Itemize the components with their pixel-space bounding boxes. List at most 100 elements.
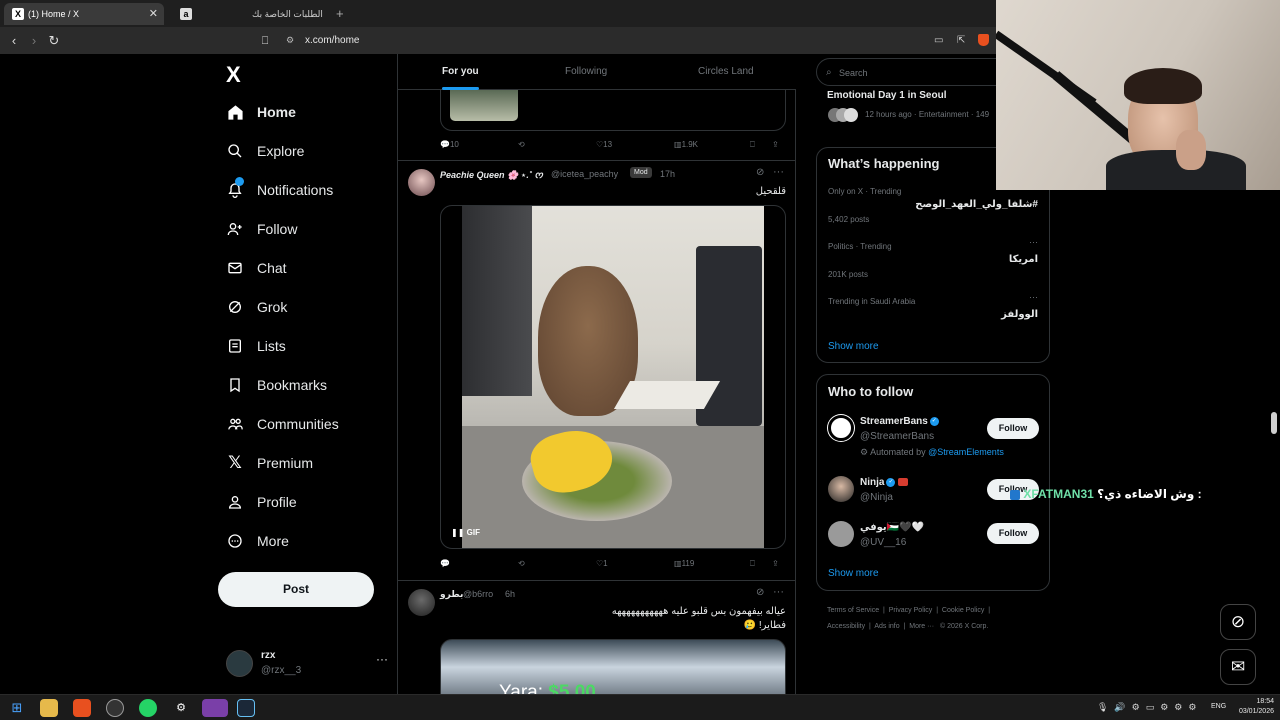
discord-icon[interactable] <box>202 699 228 717</box>
tweet-author-handle[interactable]: @b6rro <box>463 589 493 599</box>
steam-icon[interactable] <box>237 699 255 717</box>
more-icon[interactable]: ··· <box>376 652 388 666</box>
footer-link[interactable]: Cookie Policy <box>942 607 984 614</box>
reply-button[interactable]: 💬 <box>440 559 450 568</box>
follow-button[interactable]: Follow <box>987 523 1039 544</box>
tab-following[interactable]: Following <box>565 54 607 90</box>
messages-float-button[interactable]: ✉ <box>1220 649 1256 685</box>
account-switcher[interactable]: rzx @rzx__3 ··· <box>226 648 396 684</box>
tab-circles-land[interactable]: Circles Land <box>698 54 754 90</box>
bookmark-page-icon[interactable]: ⎕ <box>256 32 274 50</box>
grok-icon <box>226 298 244 316</box>
sidebar-item-grok[interactable]: Grok <box>226 292 396 322</box>
sidebar-item-home[interactable]: Home <box>226 97 396 127</box>
share-icon[interactable]: ⇪ <box>772 140 779 149</box>
trend-title[interactable]: الوولفز <box>1001 309 1038 320</box>
person-icon <box>226 493 244 511</box>
forward-icon[interactable]: › <box>25 32 43 50</box>
sidebar-item-lists[interactable]: Lists <box>226 331 396 361</box>
post-button[interactable]: Post <box>218 572 374 607</box>
tab-for-you[interactable]: For you <box>442 54 479 90</box>
tab-orders[interactable]: a الطلبات الخاصة بك <box>172 3 332 25</box>
previous-tweet-media[interactable] <box>440 90 786 131</box>
system-tray-icons[interactable]: 🎙🔊⚙▭⚙⚙⚙ <box>1097 702 1202 713</box>
tweet-author-name[interactable]: Peachie Queen 🌸 ⋆.˚ ᰔ <box>440 169 543 183</box>
show-more-link[interactable]: Show more <box>828 568 879 579</box>
avatar[interactable] <box>828 521 854 547</box>
windows-start-icon[interactable]: ⊞ <box>8 699 26 717</box>
reply-button[interactable]: 💬 10 <box>440 140 459 149</box>
sidebar-item-more[interactable]: More <box>226 526 396 556</box>
account-handle[interactable]: @StreamerBans <box>860 431 934 442</box>
like-button[interactable]: ♡ 13 <box>596 140 612 149</box>
tweet-time[interactable]: 17h <box>660 169 675 179</box>
views-button[interactable]: ▥ 119 <box>674 559 694 568</box>
sidebar-item-profile[interactable]: Profile <box>226 487 396 517</box>
tweet-time[interactable]: 6h <box>505 589 515 599</box>
more-icon[interactable]: ··· <box>1029 237 1038 247</box>
tweet[interactable]: Peachie Queen 🌸 ⋆.˚ ᰔ @icetea_peachy Mod… <box>398 160 796 578</box>
repost-icon[interactable]: ⟲ <box>518 559 525 568</box>
footer-link[interactable]: Accessibility <box>827 623 865 630</box>
footer-link[interactable]: Privacy Policy <box>889 607 933 614</box>
like-button[interactable]: ♡ 1 <box>596 559 608 568</box>
sidebar-item-bookmarks[interactable]: Bookmarks <box>226 370 396 400</box>
account-handle[interactable]: @Ninja <box>860 492 893 503</box>
bookmark-icon[interactable]: ⎕ <box>750 140 755 150</box>
brave-browser-icon[interactable] <box>73 699 91 717</box>
app-icon[interactable]: ⚙ <box>172 699 190 717</box>
footer-link[interactable]: Terms of Service <box>827 607 879 614</box>
trend-title[interactable]: #شلفا_ولي_العهد_الوصح <box>915 199 1038 210</box>
account-name[interactable]: StreamerBans ✓ <box>860 416 939 427</box>
sidebar-item-premium[interactable]: 𝕏 Premium <box>226 448 396 478</box>
tweet[interactable]: بطرو @b6rro 6h ⊘ ··· عياله بيفهمون بس قل… <box>398 580 796 709</box>
footer-link[interactable]: Ads info <box>874 623 899 630</box>
bookmark-icon[interactable]: ⎕ <box>750 559 755 569</box>
sidebar-item-follow[interactable]: Follow <box>226 214 396 244</box>
brave-shield-icon[interactable] <box>978 34 989 46</box>
file-explorer-icon[interactable] <box>40 699 58 717</box>
whatsapp-icon[interactable] <box>139 699 157 717</box>
grok-icon[interactable]: ⊘ <box>756 587 764 598</box>
sidebar-item-communities[interactable]: Communities <box>226 409 396 439</box>
sidebar-item-chat[interactable]: Chat <box>226 253 396 283</box>
account-name[interactable]: Ninja ✓ <box>860 477 909 488</box>
footer-link[interactable]: More ··· <box>909 623 934 630</box>
scrollbar[interactable] <box>1271 412 1277 434</box>
account-name[interactable]: يوفي🇵🇸🖤🤍 <box>860 522 924 533</box>
sidebar-item-explore[interactable]: Explore <box>226 136 396 166</box>
avatar[interactable] <box>828 415 854 441</box>
reader-mode-icon[interactable]: ▭ <box>934 31 943 50</box>
views-button[interactable]: ▥ 1.9K <box>674 140 698 149</box>
sidebar-item-notifications[interactable]: Notifications <box>226 175 396 205</box>
avatar[interactable] <box>828 476 854 502</box>
tab-x-home[interactable]: X (1) Home / X ✕ <box>4 3 164 25</box>
grok-float-button[interactable]: ⊘ <box>1220 604 1256 640</box>
clock[interactable]: 18:54 03/01/2026 <box>1239 697 1274 717</box>
trend-title[interactable]: Emotional Day 1 in Seoul <box>827 90 946 101</box>
address-bar[interactable]: ⚙ x.com/home ▭ ⇱ <box>280 31 996 50</box>
tweet-author-handle[interactable]: @icetea_peachy <box>551 169 618 179</box>
reload-icon[interactable]: ↻ <box>45 32 63 50</box>
language-indicator[interactable]: ENG <box>1211 703 1226 710</box>
back-icon[interactable]: ‹ <box>5 32 23 50</box>
site-info-icon[interactable]: ⚙ <box>286 31 294 50</box>
tweet-gif[interactable]: ❚❚ GIF <box>440 205 786 549</box>
x-logo-icon[interactable]: X <box>226 62 241 88</box>
more-icon[interactable]: ··· <box>773 586 784 598</box>
repost-icon[interactable]: ⟲ <box>518 140 525 149</box>
account-handle[interactable]: @UV__16 <box>860 537 906 548</box>
tweet-author-name[interactable]: بطرو <box>440 589 463 600</box>
verified-icon: ✓ <box>929 416 939 426</box>
new-tab-button[interactable]: + <box>336 3 344 25</box>
trend-title[interactable]: امريكا <box>1009 254 1038 265</box>
more-icon[interactable]: ··· <box>1029 292 1038 302</box>
share-icon[interactable]: ⇱ <box>957 31 965 50</box>
share-icon[interactable]: ⇪ <box>772 559 779 568</box>
more-icon[interactable]: ··· <box>773 166 784 178</box>
show-more-link[interactable]: Show more <box>828 341 879 352</box>
close-tab-icon[interactable]: ✕ <box>149 3 158 25</box>
follow-button[interactable]: Follow <box>987 418 1039 439</box>
obs-icon[interactable] <box>106 699 124 717</box>
grok-icon[interactable]: ⊘ <box>756 167 764 178</box>
